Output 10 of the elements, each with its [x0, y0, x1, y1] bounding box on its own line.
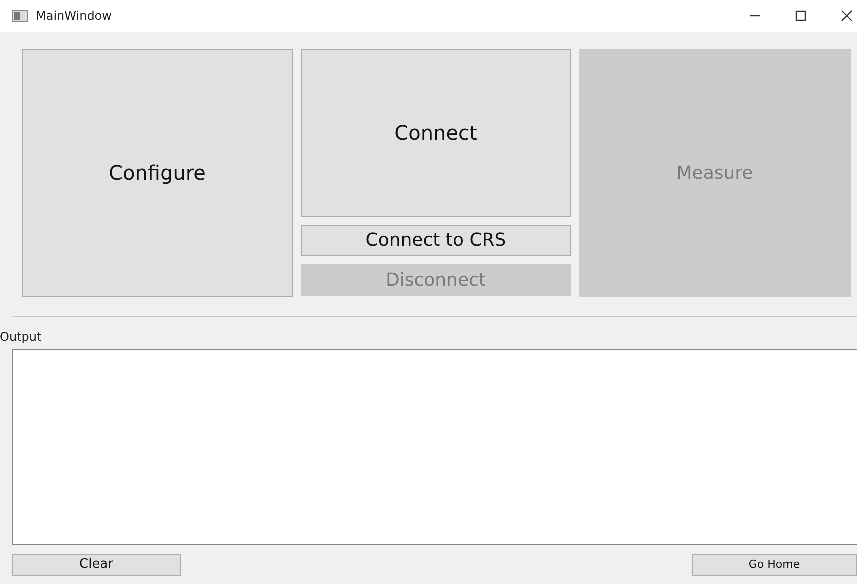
push-button[interactable]: Connect — [301, 49, 571, 217]
maximize-icon[interactable] — [795, 10, 807, 22]
output-label: Output — [0, 329, 43, 345]
close-icon[interactable] — [841, 10, 853, 22]
push-button[interactable]: Configure — [22, 49, 293, 297]
push-button[interactable]: Clear — [12, 554, 181, 576]
push-button[interactable]: Connect to CRS — [301, 225, 571, 256]
app-icon — [12, 10, 28, 22]
window-title: MainWindow — [36, 8, 112, 25]
push-button[interactable]: Go Home — [692, 554, 857, 576]
